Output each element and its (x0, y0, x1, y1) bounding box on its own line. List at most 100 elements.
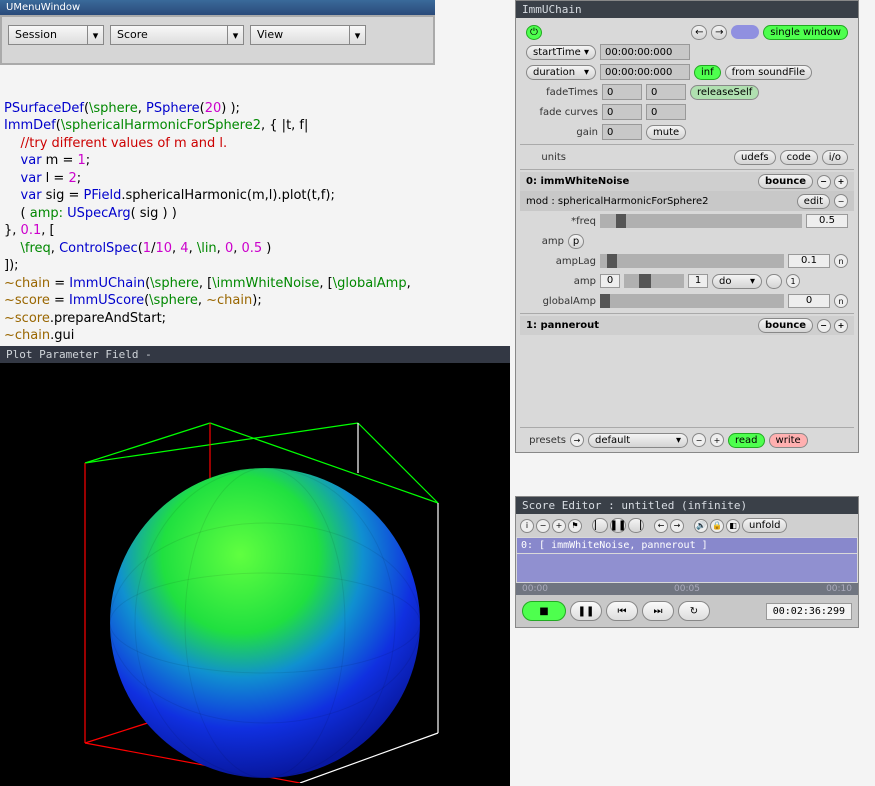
gain-label: gain (526, 127, 598, 138)
flag-button[interactable]: ⚑ (568, 519, 582, 533)
globalamp-label: globalAmp (526, 296, 596, 307)
nav-fwd-button[interactable]: → (670, 519, 684, 533)
sound-button[interactable]: 🔊 (694, 519, 708, 533)
menu-window-body: Session▾ Score▾ View▾ (0, 15, 435, 65)
duration-dropdown[interactable]: duration ▾ (526, 65, 596, 80)
fadetimes-b[interactable]: 0 (646, 84, 686, 100)
collapse-button[interactable]: − (817, 175, 831, 189)
info-button[interactable]: i (520, 519, 534, 533)
nav-back-button[interactable]: ← (654, 519, 668, 533)
inf-button[interactable]: inf (694, 65, 721, 80)
do-dropdown[interactable]: do ▾ (712, 274, 762, 289)
chevron-down-icon: ▾ (350, 25, 366, 45)
globalamp-slider[interactable] (600, 294, 784, 308)
preset-remove-button[interactable]: − (692, 433, 706, 447)
menu-window: UMenuWindow Session▾ Score▾ View▾ (0, 0, 435, 65)
skip-start-button[interactable]: ⎸ (592, 518, 608, 533)
play-button[interactable]: ■ (522, 601, 566, 621)
zoom-in-button[interactable]: + (552, 519, 566, 533)
menu-window-title: UMenuWindow (0, 0, 435, 15)
globalamp-value[interactable]: 0 (788, 294, 830, 308)
units-label: units (526, 152, 566, 163)
fadecurves-a[interactable]: 0 (602, 104, 642, 120)
starttime-value[interactable]: 00:00:00:000 (600, 44, 690, 60)
blank-button[interactable] (766, 274, 782, 289)
presets-label: presets (526, 435, 566, 446)
bounce-button[interactable]: bounce (758, 174, 813, 189)
lock-button[interactable]: 🔒 (710, 519, 724, 533)
io-button[interactable]: i/o (822, 150, 848, 165)
amplag-label: ampLag (526, 256, 596, 267)
fadecurves-label: fade curves (526, 107, 598, 118)
preset-add-button[interactable]: + (710, 433, 724, 447)
code-button[interactable]: code (780, 150, 818, 165)
from-soundfile-button[interactable]: from soundFile (725, 65, 813, 80)
pause-tb-button[interactable]: ❚❚ (610, 518, 626, 533)
score-title: Score Editor : untitled (infinite) (516, 497, 858, 514)
unit-1-header: 1: pannerout bounce − + (520, 316, 854, 335)
add-button-2[interactable]: + (834, 319, 848, 333)
amp-hi[interactable]: 1 (688, 274, 708, 288)
chevron-down-icon: ▾ (228, 25, 244, 45)
duration-value[interactable]: 00:00:00:000 (600, 64, 690, 80)
fadetimes-a[interactable]: 0 (602, 84, 642, 100)
freq-slider[interactable] (600, 214, 802, 228)
amp-range-slider[interactable] (624, 274, 684, 288)
track-0-label[interactable]: 0: [ immWhiteNoise, pannerout ] (517, 538, 857, 553)
plot-canvas[interactable] (0, 363, 510, 785)
gain-value[interactable]: 0 (602, 124, 642, 140)
single-window-button[interactable]: single window (763, 25, 848, 40)
amplag-slider[interactable] (600, 254, 784, 268)
udefs-button[interactable]: udefs (734, 150, 776, 165)
releaseself-button[interactable]: releaseSelf (690, 85, 759, 100)
preset-dropdown[interactable]: default ▾ (588, 433, 688, 448)
freq-value[interactable]: 0.5 (806, 214, 848, 228)
arrow-right-button[interactable]: → (711, 25, 727, 40)
session-dropdown[interactable]: Session▾ (8, 25, 104, 45)
next-button[interactable]: ⏭ (642, 601, 674, 621)
immuchain-title: ImmUChain (516, 1, 858, 18)
p-button[interactable]: p (568, 234, 584, 249)
one-button[interactable]: 1 (786, 274, 800, 288)
skip-end-button[interactable]: ⎹ (628, 518, 644, 533)
score-editor: Score Editor : untitled (infinite) i − +… (515, 496, 859, 628)
view-dropdown[interactable]: View▾ (250, 25, 366, 45)
amp-label: amp (526, 276, 596, 287)
plot-window: Plot Parameter Field - (0, 346, 510, 786)
freq-label: *freq (526, 216, 596, 227)
transport-bar: ■ ❚❚ ⏮ ⏭ ↻ 00:02:36:299 (516, 595, 858, 627)
score-dropdown[interactable]: Score▾ (110, 25, 244, 45)
read-button[interactable]: read (728, 433, 765, 448)
track-0-clip[interactable] (517, 554, 857, 582)
starttime-dropdown[interactable]: startTime ▾ (526, 45, 596, 60)
amp-p-label: amp (526, 236, 564, 247)
add-button[interactable]: + (834, 175, 848, 189)
unfold-button[interactable]: unfold (742, 518, 787, 533)
time-display: 00:02:36:299 (766, 603, 852, 620)
write-button[interactable]: write (769, 433, 808, 448)
amplag-value[interactable]: 0.1 (788, 254, 830, 268)
zoom-out-button[interactable]: − (536, 519, 550, 533)
preset-next-button[interactable]: → (570, 433, 584, 447)
n-button[interactable]: n (834, 254, 848, 268)
pause-button[interactable]: ❚❚ (570, 601, 602, 621)
collapse-mod-button[interactable]: − (834, 194, 848, 208)
mute-button[interactable]: mute (646, 125, 686, 140)
collapse-button-2[interactable]: − (817, 319, 831, 333)
prev-button[interactable]: ⏮ (606, 601, 638, 621)
edit-button[interactable]: edit (797, 194, 830, 209)
color-swatch[interactable] (731, 25, 759, 39)
loop-button[interactable]: ↻ (678, 601, 710, 621)
power-button[interactable]: ⏻ (526, 25, 542, 40)
fadecurves-b[interactable]: 0 (646, 104, 686, 120)
amp-lo[interactable]: 0 (600, 274, 620, 288)
snap-button[interactable]: ◧ (726, 519, 740, 533)
plot-title: Plot Parameter Field - (0, 346, 510, 363)
time-ruler[interactable]: 00:00 00:05 00:10 (516, 583, 858, 595)
unit-0-header: 0: immWhiteNoise bounce − + (520, 172, 854, 191)
mod-label: mod : sphericalHarmonicForSphere2 (526, 196, 709, 207)
code-editor[interactable]: PSurfaceDef(\sphere, PSphere(20) ); ImmD… (4, 82, 514, 345)
arrow-left-button[interactable]: ← (691, 25, 707, 40)
n-button-2[interactable]: n (834, 294, 848, 308)
bounce-button-2[interactable]: bounce (758, 318, 813, 333)
